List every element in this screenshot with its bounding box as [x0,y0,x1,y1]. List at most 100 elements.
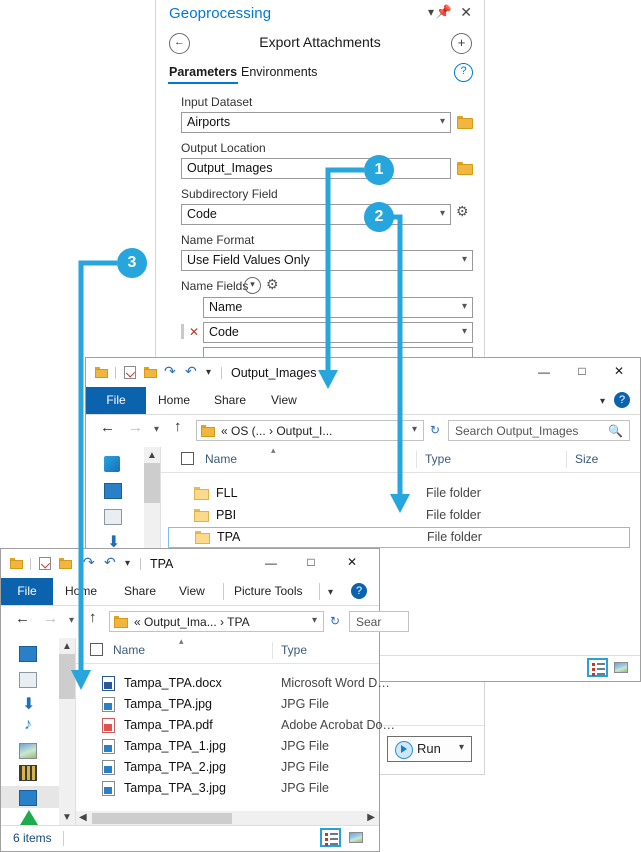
name-format-combobox[interactable]: Use Field Values Only ▾ [181,250,473,271]
large-icons-view-icon[interactable] [346,828,367,847]
column-header-size[interactable]: Size [575,452,598,466]
properties-icon[interactable] [39,557,51,570]
divider[interactable] [416,451,417,468]
input-dataset-combobox[interactable]: Airports ▾ [181,112,451,133]
help-icon[interactable]: ? [454,63,473,82]
back-arrow-icon[interactable]: ← [100,419,115,436]
scroll-up-icon[interactable]: ▲ [62,641,72,652]
address-breadcrumb-box[interactable]: « OS (... › Output_I... ▾ [196,420,424,441]
chevron-down-icon[interactable]: ▾ [154,424,159,435]
column-header-name[interactable]: Name [205,452,237,466]
table-row[interactable]: Tampa_TPA.jpg JPG File [76,694,379,715]
refresh-icon[interactable]: ↻ [430,423,440,437]
chevron-down-icon[interactable]: ▾ [428,5,434,19]
folder-icon[interactable] [95,367,108,378]
up-arrow-icon[interactable]: ↑ [174,418,182,435]
divider[interactable] [272,642,273,659]
chevron-down-icon[interactable]: ▾ [328,587,333,598]
tab-home[interactable]: Home [158,387,190,414]
select-all-checkbox[interactable] [90,643,103,656]
maximize-icon[interactable]: □ [572,364,592,378]
scroll-left-icon[interactable]: ◀ [79,812,87,823]
search-input[interactable]: Search Output_Images 🔍 [448,420,630,441]
chevron-down-circle-icon[interactable]: ▾ [244,277,261,294]
help-icon[interactable]: ? [351,583,367,599]
tab-picture-tools[interactable]: Picture Tools [234,578,302,605]
this-pc-icon[interactable] [19,790,37,806]
plus-icon[interactable]: + [451,33,472,54]
chevron-down-icon[interactable]: ▾ [69,615,74,626]
chevron-down-icon[interactable]: ▾ [206,367,211,378]
help-icon[interactable]: ? [614,392,630,408]
tab-file[interactable]: File [86,387,146,414]
tab-file[interactable]: File [1,578,53,605]
redo-icon[interactable]: ↷ [164,363,176,380]
subdirectory-field-combobox[interactable]: Code ▾ [181,204,451,225]
search-input[interactable]: Sear [349,611,409,632]
refresh-icon[interactable]: ↻ [330,614,340,628]
table-row[interactable]: Tampa_TPA_2.jpg JPG File [76,757,379,778]
chevron-down-icon[interactable]: ▾ [125,558,130,569]
redo-icon[interactable]: ↷ [83,554,95,571]
google-drive-icon[interactable] [20,810,38,825]
new-folder-icon[interactable] [144,367,157,378]
gear-icon[interactable]: ⚙ [456,203,469,220]
hscroll-thumb[interactable] [92,813,232,824]
minimize-icon[interactable]: — [261,556,281,570]
column-header-type[interactable]: Type [425,452,451,466]
tab-share[interactable]: Share [214,387,246,414]
details-view-icon[interactable] [320,828,341,847]
nav-scroll-thumb[interactable] [59,654,75,699]
videos-icon[interactable] [19,765,37,781]
documents-icon[interactable] [19,672,37,688]
gear-icon[interactable]: ⚙ [266,276,279,293]
close-icon[interactable]: ✕ [342,555,362,569]
minimize-icon[interactable]: — [534,365,554,379]
downloads-icon[interactable]: ⬇ [22,694,35,714]
remove-name-field-icon[interactable]: ✕ [189,325,199,339]
back-arrow-icon[interactable]: ← [15,610,30,627]
table-row-selected[interactable]: TPA File folder [168,527,630,548]
column-header-type[interactable]: Type [281,643,307,657]
large-icons-view-icon[interactable] [611,658,632,677]
scroll-down-icon[interactable]: ▼ [62,812,72,823]
table-row[interactable]: PBI File folder [168,505,630,526]
name-field-combobox[interactable]: Name ▾ [203,297,473,318]
undo-icon[interactable]: ↶ [185,363,197,380]
desktop-icon[interactable] [104,483,122,499]
maximize-icon[interactable]: □ [301,555,321,569]
tab-view[interactable]: View [179,578,205,605]
pin-icon[interactable]: 📌 [436,4,452,20]
undo-icon[interactable]: ↶ [104,554,116,571]
up-arrow-icon[interactable]: ↑ [89,609,97,626]
tab-home[interactable]: Home [65,578,97,605]
tab-parameters[interactable]: Parameters [167,65,239,84]
onedrive-icon[interactable] [104,456,120,472]
close-icon[interactable]: ✕ [609,364,629,378]
table-row[interactable]: Tampa_TPA_1.jpg JPG File [76,736,379,757]
chevron-down-icon[interactable]: ▾ [312,615,317,626]
music-icon[interactable]: ♪ [24,716,32,734]
column-header-name[interactable]: Name [113,643,145,657]
address-breadcrumb-box[interactable]: « Output_Ima... › TPA ▾ [109,611,324,632]
scroll-up-icon[interactable]: ▲ [147,450,157,461]
pictures-icon[interactable] [19,743,37,759]
close-icon[interactable]: ✕ [460,4,472,21]
tab-environments[interactable]: Environments [241,65,317,79]
properties-icon[interactable] [124,366,136,379]
chevron-down-icon[interactable]: ▾ [459,742,464,753]
nav-scroll-thumb[interactable] [144,463,160,503]
output-location-textbox[interactable]: Output_Images [181,158,451,179]
name-field-combobox[interactable]: Code ▾ [203,322,473,343]
select-all-checkbox[interactable] [181,452,194,465]
horizontal-scrollbar[interactable]: ◀ ▶ [76,811,379,826]
documents-icon[interactable] [104,509,122,525]
browse-output-location-icon[interactable] [457,162,473,175]
details-view-icon[interactable] [587,658,608,677]
row-handle[interactable] [181,324,184,339]
table-row[interactable]: Tampa_TPA_3.jpg JPG File [76,778,379,799]
tab-view[interactable]: View [271,387,297,414]
table-row[interactable]: Tampa_TPA.pdf Adobe Acrobat Do… [76,715,395,736]
desktop-icon[interactable] [19,646,37,662]
new-folder-icon[interactable] [59,558,72,569]
